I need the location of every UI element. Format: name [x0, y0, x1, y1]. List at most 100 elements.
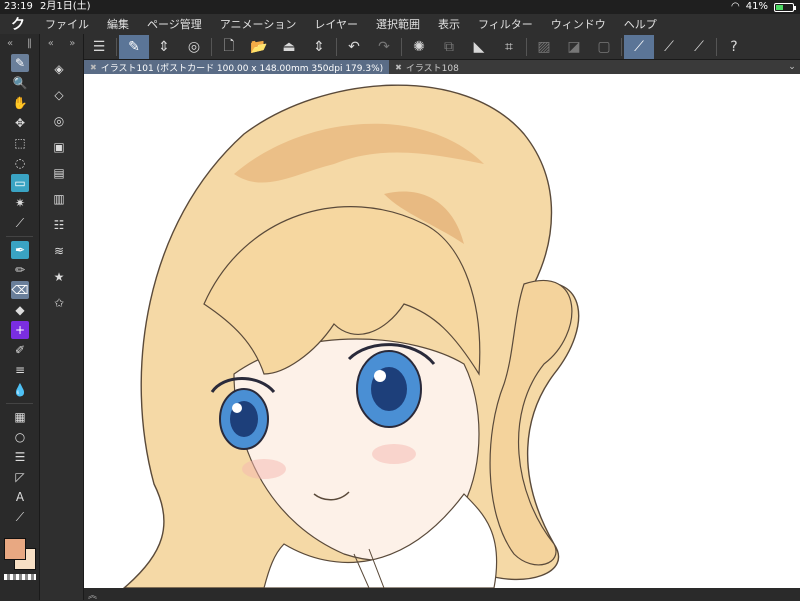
sub-tool-list: ◈ ◇ ◎ ▣ ▤ ▥ ☷ ≋ ★ ✩ [40, 60, 83, 312]
brush-stroke-active-icon[interactable]: ⟋ [624, 34, 654, 59]
menu-item-1[interactable]: 編集 [98, 16, 138, 32]
canvas-area[interactable] [84, 74, 800, 588]
layer-property-icon[interactable]: ◈ [50, 60, 68, 78]
object-select-icon[interactable]: ⬚ [11, 134, 29, 152]
new-file-icon[interactable]: 🗋 [214, 35, 244, 59]
status-date: 2月1日(土) [40, 1, 91, 12]
fill-bucket-icon[interactable]: ◣ [464, 35, 494, 59]
move-icon[interactable]: ✥ [11, 114, 29, 132]
ellipse-icon[interactable]: ○ [11, 428, 29, 446]
canvas-tab-0[interactable]: ✖ イラスト101 (ポストカード 100.00 x 148.00mm 350dp… [84, 60, 390, 74]
copy-icon[interactable]: ⧉ [434, 35, 464, 59]
tab-close-icon[interactable]: ✖ [395, 63, 402, 72]
menu-items: ファイル 編集 ページ管理 アニメーション レイヤー 選択範囲 表示 フィルター ウィンドウ ヘル… [36, 16, 666, 32]
swirl-icon[interactable]: ◎ [179, 35, 209, 59]
transparent-color-icon[interactable] [4, 574, 36, 580]
favorite-icon[interactable]: ✩ [50, 294, 68, 312]
eraser-icon[interactable]: ⌫ [11, 281, 29, 299]
sub-tool-palette: « » ◈ ◇ ◎ ▣ ▤ ▥ ☷ ≋ ★ ✩ [40, 34, 84, 600]
menu-item-5[interactable]: 選択範囲 [367, 16, 429, 32]
menu-bar: ク ファイル 編集 ページ管理 アニメーション レイヤー 選択範囲 表示 フィルター ウィンドウ… [0, 14, 800, 34]
main-color-swatch[interactable] [4, 538, 26, 560]
expand-icon[interactable]: » [69, 38, 75, 49]
color-wheel-icon[interactable]: ▤ [50, 164, 68, 182]
blend-icon[interactable]: + [11, 321, 29, 339]
pencil-icon[interactable]: ✏ [11, 261, 29, 279]
menu-item-9[interactable]: ヘルプ [615, 16, 666, 32]
command-separator [211, 37, 212, 56]
canvas-tab-bar: ✖ イラスト101 (ポストカード 100.00 x 148.00mm 350dp… [84, 60, 800, 74]
frame-icon[interactable]: ☰ [11, 448, 29, 466]
menu-item-6[interactable]: 表示 [429, 16, 469, 32]
command-separator [336, 37, 337, 56]
tab-menu-chevron-icon[interactable]: ⌄ [784, 60, 800, 74]
collapse-icon[interactable]: « [7, 38, 13, 49]
hand-icon[interactable]: ✋ [11, 94, 29, 112]
battery-percent: 41% [745, 1, 768, 12]
menu-icon[interactable]: ☰ [84, 35, 114, 59]
zoom-icon[interactable]: 🔍 [11, 74, 29, 92]
layer-fill-icon[interactable]: ◇ [50, 86, 68, 104]
crop-icon[interactable]: ⌗ [494, 35, 524, 59]
stepper-icon[interactable]: ⇕ [149, 35, 179, 59]
clear-outside-icon[interactable]: ▨ [529, 35, 559, 59]
canvas-tab-1[interactable]: ✖ イラスト108 [389, 60, 465, 74]
ruler-icon[interactable]: ◸ [11, 468, 29, 486]
tool-palette-header: « ‖ [0, 34, 39, 52]
stepper-2-icon[interactable]: ⇕ [304, 35, 334, 59]
menu-item-4[interactable]: レイヤー [305, 16, 367, 32]
material-icon[interactable]: ★ [50, 268, 68, 286]
battery-fill [776, 4, 783, 10]
status-bar: 23:19 2月1日(土) ◠ 41% [0, 0, 800, 14]
layers-icon[interactable]: ≋ [50, 242, 68, 260]
open-folder-icon[interactable]: 📂 [244, 35, 274, 59]
filmstrip-icon[interactable]: ▥ [50, 190, 68, 208]
app-logo[interactable]: ク [0, 14, 36, 34]
brush-stroke-2-icon[interactable]: ⟋ [684, 35, 714, 59]
redo-icon[interactable]: ↷ [369, 35, 399, 59]
tab-label: イラスト101 (ポストカード 100.00 x 148.00mm 350dpi… [100, 63, 384, 74]
selection-frame-icon[interactable]: ▢ [589, 35, 619, 59]
tab-close-icon[interactable]: ✖ [90, 63, 97, 72]
lasso-icon[interactable]: ◌ [11, 154, 29, 172]
menu-item-8[interactable]: ウィンドウ [542, 16, 615, 32]
gradient-icon[interactable]: ▦ [11, 408, 29, 426]
airbrush-icon[interactable]: ≡ [11, 361, 29, 379]
loading-icon[interactable]: ✺ [404, 35, 434, 59]
help-icon[interactable]: ? [719, 35, 749, 59]
navigator-icon[interactable]: ▣ [50, 138, 68, 156]
command-bar: ☰ ✎ ⇕ ◎ 🗋 📂 ⏏ ⇕ ↶ ↷ ✺ ⧉ ◣ ⌗ ▨ ◪ ▢ ⟋ ⟋ ⟋? [84, 34, 800, 60]
save-icon[interactable]: ⏏ [274, 35, 304, 59]
menu-item-0[interactable]: ファイル [36, 16, 98, 32]
canvas-edit-icon[interactable]: ✎ [119, 34, 149, 59]
canvas[interactable] [84, 74, 800, 588]
battery-icon [774, 2, 796, 12]
eyedropper-icon[interactable]: ⟋ [11, 214, 29, 232]
layer-stack-icon[interactable]: ☷ [50, 216, 68, 234]
drag-handle-icon[interactable]: ‖ [27, 38, 32, 49]
layer-mask-icon[interactable]: ◎ [50, 112, 68, 130]
undo-icon[interactable]: ↶ [339, 35, 369, 59]
fill-icon[interactable]: ◆ [11, 301, 29, 319]
wifi-icon: ◠ [731, 1, 740, 12]
marker-icon[interactable]: ✐ [11, 341, 29, 359]
menu-item-2[interactable]: ページ管理 [138, 16, 211, 32]
command-separator [116, 37, 117, 56]
correct-line-icon[interactable]: ⟋ [11, 508, 29, 526]
brush-stroke-icon[interactable]: ⟋ [654, 35, 684, 59]
water-drop-icon[interactable]: 💧 [11, 381, 29, 399]
invert-icon[interactable]: ◪ [559, 35, 589, 59]
illustration [122, 84, 580, 588]
selection-icon[interactable]: ▭ [11, 174, 29, 192]
command-separator [621, 37, 622, 56]
collapse-icon[interactable]: « [48, 38, 54, 49]
menu-item-3[interactable]: アニメーション [211, 16, 306, 32]
status-time: 23:19 [4, 1, 33, 12]
pen-icon[interactable]: ✒ [11, 241, 29, 259]
command-separator [526, 37, 527, 56]
status-right: ◠ 41% [731, 0, 796, 14]
text-icon[interactable]: A [11, 488, 29, 506]
menu-item-7[interactable]: フィルター [469, 16, 542, 32]
magic-wand-icon[interactable]: ✷ [11, 194, 29, 212]
brush-icon[interactable]: ✎ [11, 54, 29, 72]
